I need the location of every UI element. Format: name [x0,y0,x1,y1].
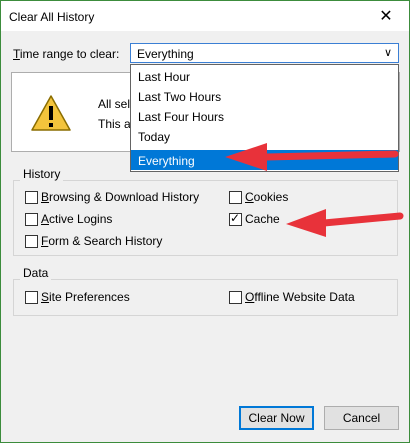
site-preferences-label[interactable]: Site Preferences [41,290,130,304]
option-last-two-hours[interactable]: Last Two Hours [131,86,398,106]
time-range-select[interactable]: Everything ∨ [130,43,399,63]
clear-now-button[interactable]: Clear Now [239,406,314,430]
annotation-arrow-cache [286,209,404,237]
browsing-history-checkbox[interactable] [25,191,38,204]
option-last-hour[interactable]: Last Hour [131,66,398,86]
warning-triangle-icon [31,95,71,131]
time-range-label-rest: ime range to clear: [19,47,120,61]
data-legend: Data [20,266,52,280]
active-logins-label[interactable]: Active Logins [41,212,112,226]
active-logins-checkbox[interactable] [25,213,38,226]
history-legend: History [20,167,64,181]
cache-label[interactable]: Cache [245,212,280,226]
browsing-history-label[interactable]: Browsing & Download History [41,190,199,204]
cookies-label[interactable]: Cookies [245,190,288,204]
time-range-label: Time range to clear: [13,47,119,61]
cache-checkbox[interactable]: ✓ [229,211,242,226]
annotation-arrow-everything [225,143,399,171]
option-last-four-hours[interactable]: Last Four Hours [131,106,398,126]
cancel-button[interactable]: Cancel [324,406,399,430]
offline-website-data-checkbox[interactable] [229,291,242,304]
site-preferences-checkbox[interactable] [25,291,38,304]
cookies-checkbox[interactable] [229,191,242,204]
dialog-window: Clear All History ✕ Time range to clear:… [0,0,410,443]
close-icon: ✕ [379,8,393,25]
checkmark-icon: ✓ [230,211,241,225]
close-button[interactable]: ✕ [363,1,409,31]
offline-website-data-label[interactable]: Offline Website Data [245,290,355,304]
time-range-accel: T [13,47,20,61]
form-search-history-checkbox[interactable] [25,235,38,248]
window-title: Clear All History [9,10,95,24]
form-search-history-label[interactable]: Form & Search History [41,234,162,248]
time-range-value: Everything [137,47,194,61]
title-bar: Clear All History ✕ [1,1,409,31]
chevron-down-icon: ∨ [383,47,392,59]
